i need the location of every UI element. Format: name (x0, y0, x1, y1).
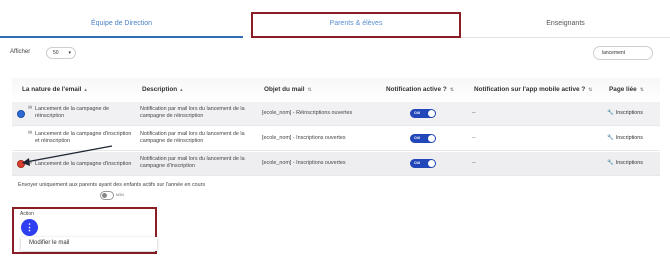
send-only-switch[interactable] (100, 191, 114, 200)
action-label: Action (20, 211, 34, 217)
nature-line: Lancement de la campagne de (35, 106, 110, 112)
mobile-cell: -- (472, 135, 476, 141)
nature-cell: Lancement de la campagne d'inscription e… (35, 131, 140, 145)
page-link[interactable]: 🔧 Inscriptions (607, 135, 643, 141)
tab-label: Enseignants (546, 20, 585, 27)
header-subject[interactable]: Objet du mail ⇅ (264, 86, 312, 93)
header-label: Notification sur l'app mobile active ? (474, 86, 586, 93)
sort-icon: ⇅ (307, 87, 312, 93)
header-mobile-notification[interactable]: Notification sur l'app mobile active ? ⇅ (474, 86, 592, 93)
mail-icon: ✉ (28, 105, 33, 111)
row-indicator-icon (17, 110, 25, 118)
more-vertical-icon[interactable]: ⋮ (21, 219, 38, 236)
action-highlight-box: Action ⋮ Modifier le mail (12, 207, 157, 254)
header-label: Notification active ? (386, 86, 447, 93)
mail-icon: ✉ (28, 130, 33, 136)
tab-enseignants[interactable]: Enseignants (461, 10, 670, 38)
page-link[interactable]: 🔧 Inscriptions (607, 110, 643, 116)
mail-icon: ✉ (28, 160, 33, 166)
row-indicator-icon (17, 160, 25, 168)
sort-icon: ⇅ (588, 87, 593, 93)
sort-icon: ▴ (84, 87, 87, 93)
wrench-icon: 🔧 (607, 110, 614, 116)
page-link[interactable]: 🔧 Inscriptions (607, 160, 643, 166)
tab-equipe-direction[interactable]: Équipe de Direction (0, 10, 243, 38)
notification-toggle[interactable]: OUI (410, 134, 436, 143)
show-label: Afficher (10, 49, 31, 55)
description-cell: Notification par mail lors du lancement … (140, 131, 258, 145)
switch-knob (102, 193, 107, 198)
sort-icon: ▴ (180, 87, 183, 93)
subject-cell: [ecole_nom] - Inscriptions ouvertes (262, 160, 346, 166)
header-label: La nature de l'email (22, 86, 82, 93)
nature-line: réinscription (35, 113, 65, 119)
nature-cell: Lancement de la campagne d'inscription (35, 161, 140, 168)
mobile-cell: -- (472, 110, 476, 116)
tab-parents-eleves[interactable]: Parents & élèves (251, 10, 461, 38)
description-cell: Notification par mail lors du lancement … (140, 156, 258, 170)
toggle-knob (428, 160, 435, 167)
toggle-label: OUI (414, 136, 421, 140)
toggle-label: OUI (414, 111, 421, 115)
toggle-knob (428, 110, 435, 117)
highlight-frame (251, 12, 461, 38)
search-input[interactable]: lancement (593, 46, 653, 60)
wrench-icon: 🔧 (607, 135, 614, 141)
search-value: lancement (602, 50, 626, 56)
chevron-down-icon: ▾ (68, 50, 71, 56)
description-line: campagne de réinscription (140, 113, 204, 119)
subject-cell: [ecole_nom] - Inscriptions ouvertes (262, 135, 346, 141)
wrench-icon: 🔧 (607, 160, 614, 166)
header-label: Objet du mail (264, 86, 305, 93)
nature-line: Lancement de la campagne d'inscription (35, 161, 132, 167)
mobile-cell: -- (472, 160, 476, 166)
header-label: Description (142, 86, 178, 93)
nature-line: Lancement de la campagne d'inscription (35, 131, 132, 137)
notification-toggle[interactable]: OUI (410, 109, 436, 118)
tab-bar: Équipe de Direction Parents & élèves Ens… (0, 10, 670, 38)
header-description[interactable]: Description ▴ (142, 86, 183, 93)
send-only-switch-label: NON (116, 193, 124, 197)
description-line: Notification par mail lors du lancement … (140, 131, 245, 137)
description-line: campagne d'inscription (140, 163, 195, 169)
page-link-label: Inscriptions (615, 160, 643, 166)
notification-toggle[interactable]: OUI (410, 159, 436, 168)
table-row[interactable]: ✉ Lancement de la campagne d'inscription… (12, 127, 660, 151)
toggle-label: OUI (414, 161, 421, 165)
header-label: Page liée (609, 86, 637, 93)
action-menu: Modifier le mail (21, 237, 157, 251)
description-line: Notification par mail lors du lancement … (140, 156, 245, 162)
nature-cell: Lancement de la campagne de réinscriptio… (35, 106, 140, 120)
page-link-label: Inscriptions (615, 135, 643, 141)
header-page[interactable]: Page liée ⇅ (609, 86, 644, 93)
table-row[interactable]: ✉ Lancement de la campagne de réinscript… (12, 102, 660, 126)
header-nature[interactable]: La nature de l'email ▴ (22, 86, 87, 93)
tab-label: Équipe de Direction (90, 20, 153, 27)
description-line: campagne de réinscription (140, 138, 204, 144)
page-size-select[interactable]: 50 ▾ (46, 47, 76, 59)
table-row[interactable]: ✉ Lancement de la campagne d'inscription… (12, 152, 660, 176)
table-header: La nature de l'email ▴ Description ▴ Objet… (12, 78, 660, 102)
page-size-value: 50 (53, 50, 59, 56)
header-notification[interactable]: Notification active ? ⇅ (386, 86, 454, 93)
sort-icon: ⇅ (639, 87, 644, 93)
menu-item-modifier-le-mail[interactable]: Modifier le mail (29, 240, 69, 246)
sort-icon: ⇅ (449, 87, 454, 93)
toggle-knob (428, 135, 435, 142)
description-cell: Notification par mail lors du lancement … (140, 106, 258, 120)
send-only-label: Envoyer uniquement aux parents ayant des… (18, 182, 206, 188)
description-line: Notification par mail lors du lancement … (140, 106, 245, 112)
subject-cell: [ecole_nom] - Réinscriptions ouvertes (262, 110, 353, 116)
page-link-label: Inscriptions (615, 110, 643, 116)
nature-line: et réinscription (35, 138, 71, 144)
